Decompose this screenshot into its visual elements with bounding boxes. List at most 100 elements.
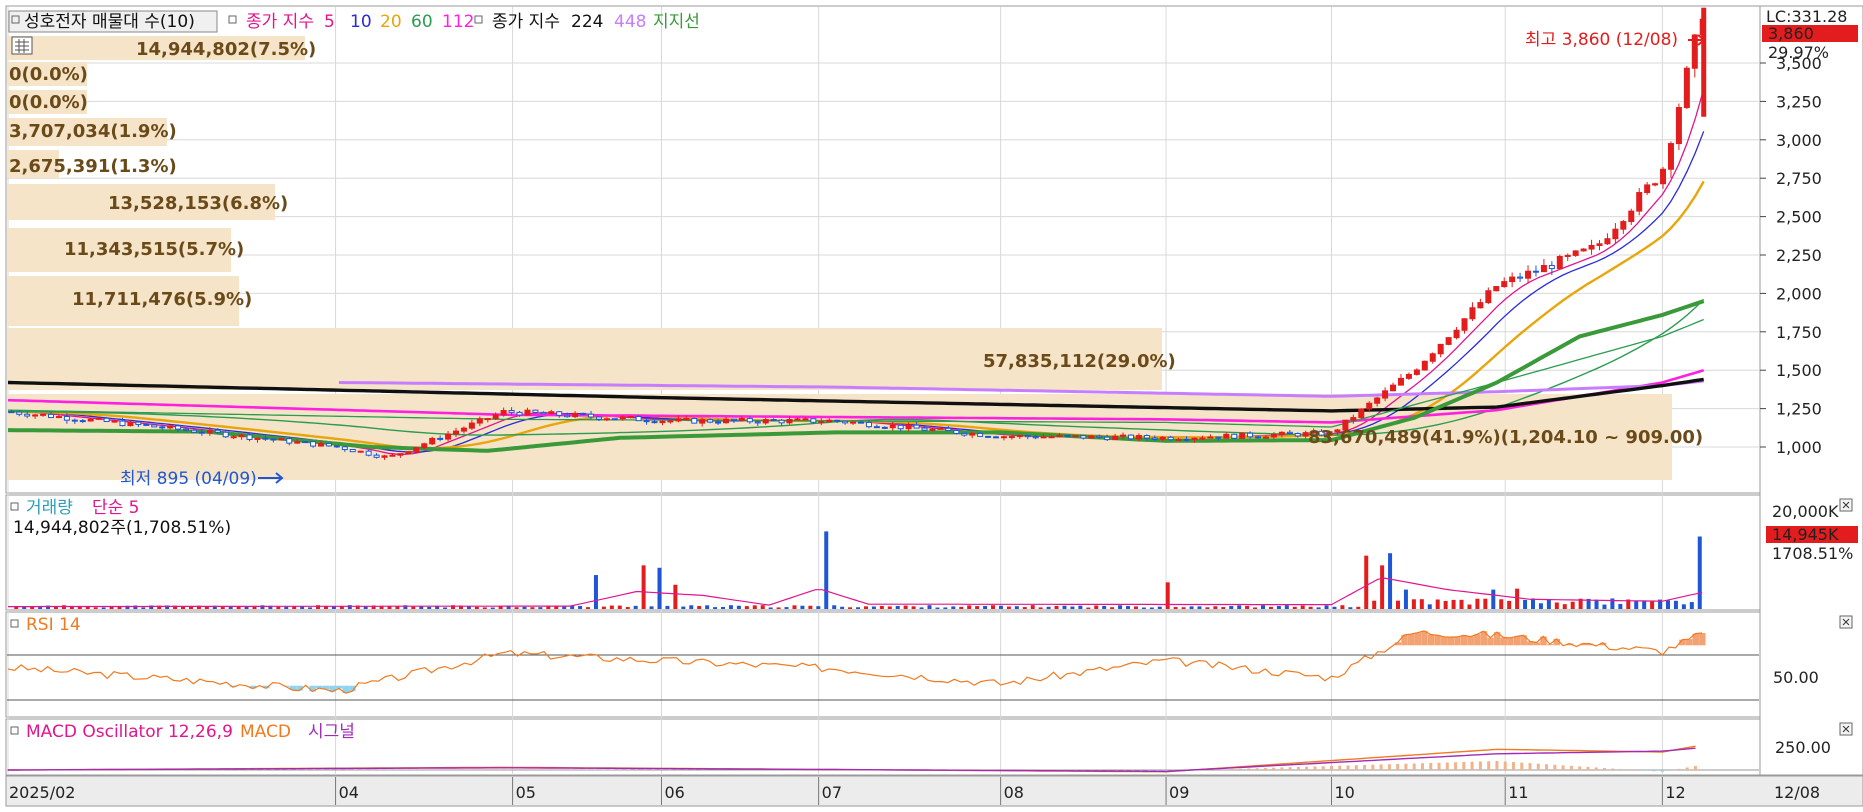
candle-down [1064,434,1071,437]
candle-up [87,418,94,422]
rsi-overbought-fill [1434,635,1441,646]
candle-down [270,438,277,441]
macd-osc-bar [1561,765,1565,770]
volume-bar-up [276,606,281,609]
candle-down [135,421,142,425]
candle-down [857,421,864,424]
macd-osc-bar [1420,763,1424,770]
volume-bar-down [1388,553,1393,609]
macd-osc-bar [1329,765,1333,770]
volume-bar-down [1697,536,1702,609]
rsi-overbought-fill [1513,636,1521,646]
high-label: 최고 3,860 (12/08) [1525,30,1678,50]
close-icon[interactable] [1839,498,1853,512]
candle-down [175,425,182,430]
candle-up [476,418,483,424]
legend-ma448: 448 [614,12,646,32]
candle-up [318,442,325,447]
candle-down [651,421,658,424]
volume-panel[interactable] [5,494,1761,611]
volume-bar-down [768,607,773,609]
rsi-tick: 50.00 [1773,668,1819,687]
price-tick-label: 3,500 [1776,54,1822,73]
volume-bar-up [959,606,964,609]
close-icon[interactable] [1839,722,1853,736]
price-tick-label: 2,250 [1776,246,1822,265]
candle-up [1358,408,1365,419]
close-icon[interactable] [1839,615,1853,629]
x-tick-label: 11 [1508,783,1528,802]
price-tick-label: 2,750 [1776,169,1822,188]
macd-osc-bar [1478,761,1482,770]
volume-bar-up [848,607,853,609]
candle-up [850,421,857,424]
candle-up [1374,397,1381,404]
volume-bar-up [1459,599,1464,609]
macd-osc-bar [1296,766,1300,770]
volume-bar-down [1102,605,1107,609]
volume-bar-down [1546,599,1551,609]
candle-up [1469,307,1476,320]
macd-osc-bar [1553,764,1557,770]
macd-osc-bar [1305,766,1309,770]
candle-up [1572,250,1579,256]
macd-osc-bar [378,769,382,770]
candle-down [1231,433,1238,439]
macd-osc-bar [296,769,300,770]
macd-osc-bar [1677,768,1681,770]
candle-down [71,419,78,422]
volume-bar-up [1086,607,1091,609]
volume-bar-down [1149,607,1154,609]
volume-badge-pct: 1708.51% [1772,544,1853,563]
candle-up [1588,244,1595,250]
candle-down [159,426,166,429]
candle-down [24,413,31,417]
macd-osc-bar [444,769,448,770]
macd-osc-bar [1528,763,1532,770]
candle-up [889,424,896,429]
rsi-panel[interactable] [5,611,1761,718]
volume-bar-up [1562,604,1567,609]
volume-bar-down [728,605,733,609]
candle-up [500,410,507,416]
macd-osc-bar [602,769,606,770]
rsi-overbought-fill [1507,637,1514,646]
volume-bar-down [1062,605,1067,609]
candle-down [151,424,158,428]
volume-bar-up [879,605,884,609]
volume-bar-down [1332,606,1337,609]
candle-up [206,429,213,434]
vp-label-3: 0(0.0%) [9,92,88,113]
macd-osc-bar [610,769,614,770]
candle-up [667,420,674,423]
candle-up [929,428,936,431]
candle-down [1127,434,1134,440]
macd-label: MACD [240,722,291,742]
candle-down [1104,436,1111,441]
candle-down [540,411,547,415]
volume-bar-down [1157,606,1162,609]
volume-bar-down [1070,606,1075,609]
macd-osc-bar [1230,768,1234,770]
volume-bar-down [284,606,289,609]
candle-up [1207,436,1214,439]
x-tick-label: 2025/02 [9,783,75,802]
candle-down [437,437,444,440]
candle-up [1405,373,1412,379]
macd-osc-bar [337,769,341,770]
candle-up [619,416,626,420]
rsi-overbought-fill [1500,637,1508,646]
candle-up [762,419,769,424]
volume-bar-down [490,607,495,609]
macd-osc-bar [1503,761,1507,770]
volume-bar-up [30,606,35,609]
candle-down [198,431,205,434]
macd-osc-bar [486,769,490,770]
candle-up [111,420,118,423]
price-tick-label: 1,500 [1776,361,1822,380]
stock-chart[interactable]: 14,944,802(7.5%) 0(0.0%) 0(0.0%) 3,707,0… [0,0,1863,812]
candle-up [1120,434,1127,437]
volume-bar-up [474,606,479,609]
candle-up [445,433,452,440]
candle-up [1683,67,1690,109]
